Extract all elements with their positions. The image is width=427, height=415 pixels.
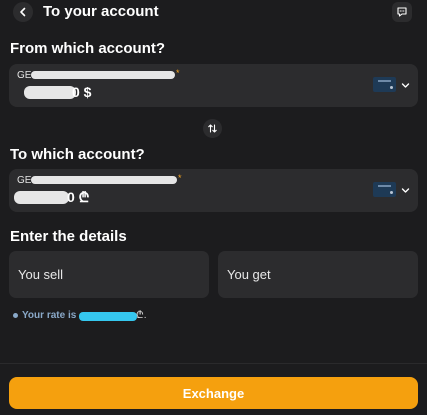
balance-amount: 0 ₾: [67, 189, 90, 205]
chat-button[interactable]: [392, 2, 412, 22]
from-account-title: From which account?: [10, 40, 166, 57]
sell-amount-input[interactable]: [9, 251, 209, 298]
masked-account-number: [31, 176, 177, 184]
masked-balance: [14, 191, 69, 204]
rate-label: Your rate is: [22, 310, 77, 321]
swap-accounts-button[interactable]: [203, 119, 222, 138]
favorite-star-icon: *: [178, 173, 182, 183]
card-thumbnail-icon: [373, 182, 396, 197]
details-title: Enter the details: [10, 228, 127, 245]
chevron-left-icon: [20, 7, 26, 17]
rate-currency: ₾.: [136, 310, 147, 321]
swap-arrows-icon: [208, 124, 217, 133]
balance-amount: 0 $: [72, 84, 92, 100]
exchange-button[interactable]: Exchange: [9, 377, 418, 409]
account-number-prefix: GE: [17, 175, 32, 186]
masked-account-number: [31, 71, 175, 79]
card-thumbnail-icon: [373, 77, 396, 92]
back-button[interactable]: [13, 2, 33, 22]
account-number-prefix: GE: [17, 70, 32, 81]
info-dot-icon: [13, 313, 18, 318]
chevron-down-icon[interactable]: [401, 186, 410, 195]
masked-rate-value: [79, 312, 137, 321]
to-account-card[interactable]: GE * 0 ₾: [9, 169, 418, 212]
from-account-card[interactable]: GE * 0 $: [9, 64, 418, 107]
to-account-title: To which account?: [10, 146, 145, 163]
chevron-down-icon[interactable]: [401, 81, 410, 90]
footer-divider: [0, 363, 427, 364]
header: To your account: [0, 0, 427, 24]
page-title: To your account: [43, 3, 159, 20]
get-amount-input[interactable]: [218, 251, 418, 298]
chat-bubble-icon: [397, 7, 407, 17]
favorite-star-icon: *: [176, 68, 180, 78]
masked-balance: [24, 86, 76, 99]
exchange-screen: To your account From which account? GE *…: [0, 0, 427, 415]
